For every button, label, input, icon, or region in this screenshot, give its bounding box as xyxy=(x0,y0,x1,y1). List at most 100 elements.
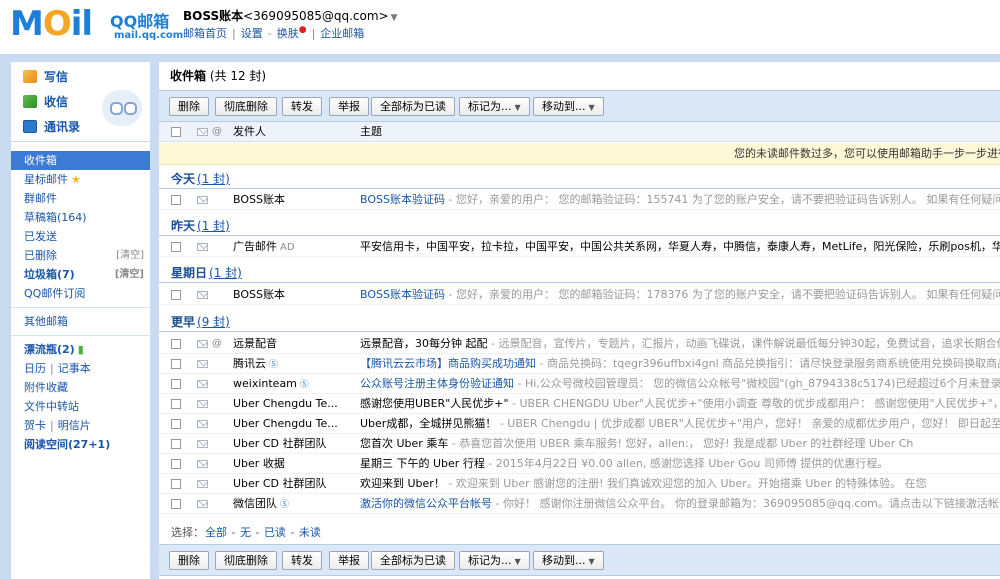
main-panel: 收件箱 (共 12 封) 删除 彻底删除 转发 举报 全部标为已读 标记为...… xyxy=(159,62,1000,579)
table-row[interactable]: BOSS账本 BOSS账本验证码 - 您好，亲爱的用户： 您的邮箱验证码：178… xyxy=(159,285,1000,305)
group-count-link[interactable]: 1 封 xyxy=(214,266,237,280)
notes-link[interactable]: 记事本 xyxy=(58,362,91,375)
inbox-download-icon xyxy=(23,95,37,108)
sidebar-item-sent[interactable]: 已发送 xyxy=(11,227,150,246)
sidebar-item-file-transfer[interactable]: 文件中转站 xyxy=(11,397,150,416)
cards-link[interactable]: 贺卡 xyxy=(24,419,46,432)
table-row[interactable]: 广告邮件 AD 平安信用卡，中国平安，拉卡拉，中国平安，中国公共关系网，华夏人寿，… xyxy=(159,237,1000,257)
row-checkbox[interactable] xyxy=(171,290,181,300)
link-mail-home[interactable]: 邮箱首页 xyxy=(183,27,227,40)
contacts-button[interactable]: 通讯录 xyxy=(23,118,80,138)
sidebar-item-attachments[interactable]: 附件收藏 xyxy=(11,378,150,397)
mark-as-dropdown[interactable]: 标记为... ▼ xyxy=(459,97,530,116)
select-all-checkbox[interactable] xyxy=(171,127,181,137)
chevron-down-icon: ▼ xyxy=(588,103,595,112)
forward-button[interactable]: 转发 xyxy=(282,97,322,116)
sidebar-item-spam[interactable]: 垃圾箱(7) [清空] xyxy=(11,265,150,284)
chevron-down-icon[interactable]: ▼ xyxy=(391,13,398,23)
delete-forever-button[interactable]: 彻底删除 xyxy=(215,97,277,116)
sidebar-item-deleted[interactable]: 已删除 [清空] xyxy=(11,246,150,265)
link-skin[interactable]: 换肤 xyxy=(277,27,299,40)
sidebar-item-reading[interactable]: 阅读空间(27+1) xyxy=(11,435,150,454)
clear-spam-link[interactable]: [清空] xyxy=(115,265,144,284)
mark-all-read-button[interactable]: 全部标为已读 xyxy=(371,551,455,570)
mascot-icon xyxy=(102,90,142,126)
row-preview: - 商品兑换码：tqegr396uffbxi4gnl 商品兑换指引：请尽快登录服… xyxy=(536,357,1000,370)
select-none-link[interactable]: 无 xyxy=(240,526,251,539)
account-info[interactable]: BOSS账本<369095085@qq.com> ▼ xyxy=(183,7,398,24)
group-count-link[interactable]: 9 封 xyxy=(202,315,225,329)
forward-button[interactable]: 转发 xyxy=(282,551,322,570)
verified-icon: Ⓢ xyxy=(269,360,279,370)
row-checkbox[interactable] xyxy=(171,499,181,509)
ad-badge: AD xyxy=(280,242,295,253)
row-checkbox[interactable] xyxy=(171,359,181,369)
row-checkbox[interactable] xyxy=(171,439,181,449)
report-button[interactable]: 举报 xyxy=(329,551,369,570)
link-settings[interactable]: 设置 xyxy=(241,27,263,40)
row-checkbox[interactable] xyxy=(171,419,181,429)
mark-as-dropdown[interactable]: 标记为... ▼ xyxy=(459,551,530,570)
row-subject: Uber成都，全城拼见熊猫！ xyxy=(360,417,497,430)
table-row[interactable]: Uber Chengdu Te... 感谢您使用UBER"人民优步+" - UB… xyxy=(159,394,1000,414)
sidebar-item-bottle[interactable]: 漂流瓶(2) ▮ xyxy=(11,340,150,359)
write-button[interactable]: 写信 xyxy=(23,68,68,88)
row-checkbox[interactable] xyxy=(171,399,181,409)
table-row[interactable]: Uber CD 社群团队 欢迎来到 Uber！ - 欢迎来到 Uber 感谢您的… xyxy=(159,474,1000,494)
table-row[interactable]: Uber 收据 星期三 下午的 Uber 行程 - 2015年4月22日 ¥0.… xyxy=(159,454,1000,474)
table-row[interactable]: 微信团队 Ⓢ 激活你的微信公众平台帐号 - 你好！ 感谢你注册微信公众平台。 你的… xyxy=(159,494,1000,514)
table-row[interactable]: @ 远景配音 远景配音，30每分钟 起配 - 远景配音，宣传片，专题片，汇报片，… xyxy=(159,334,1000,354)
sidebar-item-inbox[interactable]: 收件箱 xyxy=(11,151,150,170)
envelope-icon xyxy=(197,420,208,428)
account-email: <369095085@qq.com> xyxy=(243,9,389,23)
sidebar-item-calendar-notes: 日历 | 记事本 xyxy=(24,362,91,375)
move-to-dropdown[interactable]: 移动到... ▼ xyxy=(533,97,604,116)
sidebar-item-qq-subscribe[interactable]: QQ邮件订阅 xyxy=(11,284,150,303)
delete-button[interactable]: 删除 xyxy=(169,97,209,116)
select-read-link[interactable]: 已读 xyxy=(264,526,286,539)
logo-mark: MOil xyxy=(10,4,93,44)
postcards-link[interactable]: 明信片 xyxy=(58,419,91,432)
delete-forever-button[interactable]: 彻底删除 xyxy=(215,551,277,570)
column-sender[interactable]: 发件人 xyxy=(233,122,266,142)
row-checkbox[interactable] xyxy=(171,459,181,469)
report-button[interactable]: 举报 xyxy=(329,97,369,116)
envelope-icon xyxy=(197,340,208,348)
row-checkbox[interactable] xyxy=(171,479,181,489)
table-row[interactable]: 腾讯云 Ⓢ 【腾讯云云市场】商品购买成功通知 - 商品兑换码：tqegr396uf… xyxy=(159,354,1000,374)
table-row[interactable]: BOSS账本 BOSS账本验证码 - 您好，亲爱的用户： 您的邮箱验证码：155… xyxy=(159,190,1000,210)
envelope-icon xyxy=(197,460,208,468)
delete-button[interactable]: 删除 xyxy=(169,551,209,570)
table-row[interactable]: Uber CD 社群团队 您首次 Uber 乘车 - 恭喜您首次使用 UBER … xyxy=(159,434,1000,454)
table-row[interactable]: weixinteam Ⓢ 公众账号注册主体身份验证通知 - Hi,公众号微校园管理… xyxy=(159,374,1000,394)
sidebar-actions: 写信 收信 通讯录 xyxy=(11,62,150,142)
mark-all-read-button[interactable]: 全部标为已读 xyxy=(371,97,455,116)
row-sender: 微信团队 xyxy=(233,497,277,510)
row-checkbox[interactable] xyxy=(171,379,181,389)
sidebar-item-group-mail[interactable]: 群邮件 xyxy=(11,189,150,208)
group-count-link[interactable]: 1 封 xyxy=(202,219,225,233)
row-subject: 【腾讯云云市场】商品购买成功通知 xyxy=(360,357,536,370)
table-row[interactable]: Uber Chengdu Te... Uber成都，全城拼见熊猫！ - UBER… xyxy=(159,414,1000,434)
chevron-down-icon: ▼ xyxy=(514,103,521,112)
sidebar-item-other-mailbox[interactable]: 其他邮箱 xyxy=(11,312,150,331)
row-preview: - 你好！ 感谢你注册微信公众平台。 你的登录邮箱为：369095085@qq.… xyxy=(492,497,1000,510)
column-subject[interactable]: 主题 xyxy=(360,122,382,142)
row-checkbox[interactable] xyxy=(171,242,181,252)
select-all-link[interactable]: 全部 xyxy=(205,526,227,539)
receive-button[interactable]: 收信 xyxy=(23,93,68,113)
qqmail-logo[interactable]: MOil QQ邮箱 mail.qq.com xyxy=(10,4,183,46)
sidebar-item-drafts[interactable]: 草稿箱(164) xyxy=(11,208,150,227)
row-sender: Uber CD 社群团队 xyxy=(233,477,327,490)
envelope-icon xyxy=(197,243,208,251)
sidebar-item-starred[interactable]: 星标邮件 ★ xyxy=(11,170,150,189)
row-sender: 远景配音 xyxy=(233,337,277,350)
group-count-link[interactable]: 1 封 xyxy=(202,172,225,186)
link-enterprise-mail[interactable]: 企业邮箱 xyxy=(320,27,364,40)
move-to-dropdown[interactable]: 移动到... ▼ xyxy=(533,551,604,570)
calendar-link[interactable]: 日历 xyxy=(24,362,46,375)
clear-deleted-link[interactable]: [清空] xyxy=(116,246,144,265)
select-unread-link[interactable]: 未读 xyxy=(299,526,321,539)
row-checkbox[interactable] xyxy=(171,339,181,349)
row-checkbox[interactable] xyxy=(171,195,181,205)
